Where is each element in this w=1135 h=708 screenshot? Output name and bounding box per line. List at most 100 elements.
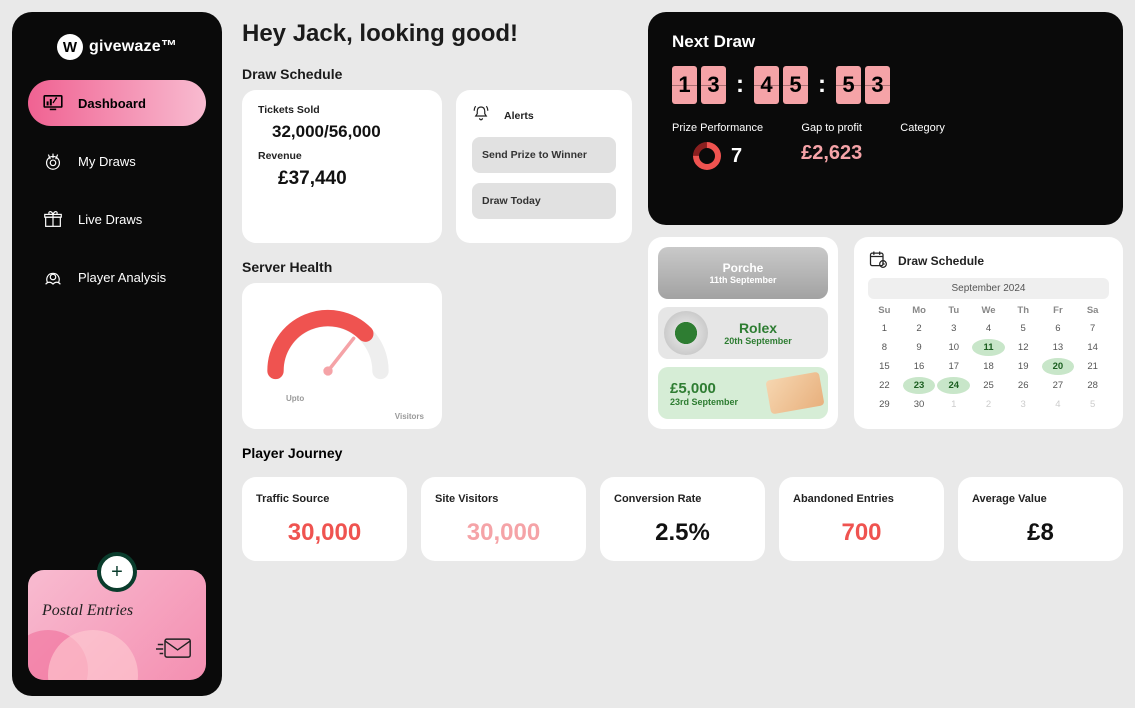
pj-card: Abandoned Entries 700 (779, 477, 944, 561)
calendar-day[interactable]: 20 (1042, 358, 1075, 375)
pj-card: Average Value £8 (958, 477, 1123, 561)
calendar-day[interactable]: 1 (937, 396, 970, 413)
alert-item[interactable]: Send Prize to Winner (472, 137, 616, 173)
calendar-day[interactable]: 16 (903, 358, 936, 375)
sidebar-item-label: My Draws (78, 154, 136, 169)
calendar-icon (868, 249, 888, 272)
prize-item[interactable]: £5,000 23rd September (658, 367, 828, 419)
calendar-day[interactable]: 5 (1007, 320, 1040, 337)
pj-label: Site Visitors (435, 493, 572, 505)
tickets-sold-label: Tickets Sold (258, 104, 426, 116)
calendar-day[interactable]: 2 (903, 320, 936, 337)
calendar-day[interactable]: 21 (1076, 358, 1109, 375)
gift-icon (42, 208, 64, 230)
server-health-title: Server Health (242, 259, 632, 275)
watch-icon (664, 311, 708, 355)
calendar-day[interactable]: 6 (1042, 320, 1075, 337)
calendar-day[interactable]: 27 (1042, 377, 1075, 394)
player-journey-title: Player Journey (242, 445, 1123, 461)
countdown-digit: 3 (701, 66, 726, 104)
calendar-day[interactable]: 9 (903, 339, 936, 356)
add-button[interactable]: + (97, 552, 137, 592)
prize-item[interactable]: Rolex 20th September (658, 307, 828, 359)
sidebar-item-dashboard[interactable]: Dashboard (28, 80, 206, 126)
pj-value: 30,000 (435, 519, 572, 547)
player-journey-row: Traffic Source30,000 Site Visitors 30,000 C… (242, 477, 1123, 561)
revenue-value: £37,440 (278, 168, 426, 190)
calendar-day[interactable]: 24 (937, 377, 970, 394)
calendar-day[interactable]: 3 (1007, 396, 1040, 413)
calendar-day[interactable]: 15 (868, 358, 901, 375)
gauge-visitors-label: Visitors (395, 412, 424, 421)
countdown-digit: 5 (783, 66, 808, 104)
pj-card: Conversion Rate2.5% (600, 477, 765, 561)
sidebar-item-label: Player Analysis (78, 270, 166, 285)
calendar-day[interactable]: 10 (937, 339, 970, 356)
pj-value: £8 (972, 519, 1109, 547)
calendar-day[interactable]: 7 (1076, 320, 1109, 337)
calendar-day[interactable]: 30 (903, 396, 936, 413)
calendar-day[interactable]: 18 (972, 358, 1005, 375)
postal-entries-card[interactable]: + Postal Entries (28, 570, 206, 680)
sidebar-item-my-draws[interactable]: My Draws (28, 138, 206, 184)
calendar-day[interactable]: 29 (868, 396, 901, 413)
calendar-day[interactable]: 3 (937, 320, 970, 337)
prize-item[interactable]: Porche 11th September (658, 247, 828, 299)
pj-label: Conversion Rate (614, 493, 751, 505)
calendar-day[interactable]: 12 (1007, 339, 1040, 356)
bell-icon (472, 104, 490, 127)
calendar-day[interactable]: 1 (868, 320, 901, 337)
pj-label: Traffic Source (256, 493, 393, 505)
countdown-digit: 4 (754, 66, 779, 104)
calendar-grid[interactable]: SuMoTuWeThFrSa12345678910111213141516171… (868, 303, 1109, 413)
prize-performance: Prize Performance 7 (672, 122, 763, 170)
gauge-upto-label: Upto (286, 394, 304, 403)
gauge-icon (258, 301, 398, 383)
sidebar: W givewaze™ Dashboard My Draws Live Dr (12, 12, 222, 696)
countdown-digit: 3 (865, 66, 890, 104)
calendar-day[interactable]: 5 (1076, 396, 1109, 413)
calendar-day[interactable]: 26 (1007, 377, 1040, 394)
calendar-day[interactable]: 8 (868, 339, 901, 356)
countdown: 1 3 : 4 5 : 5 3 (672, 66, 1099, 104)
analysis-icon (42, 266, 64, 288)
countdown-digit: 5 (836, 66, 861, 104)
pj-label: Abandoned Entries (793, 493, 930, 505)
pj-card: Traffic Source30,000 (242, 477, 407, 561)
dashboard-icon (42, 92, 64, 114)
calendar-day[interactable]: 25 (972, 377, 1005, 394)
calendar-day[interactable]: 11 (972, 339, 1005, 356)
pj-label: Average Value (972, 493, 1109, 505)
calendar-day[interactable]: 19 (1007, 358, 1040, 375)
sidebar-item-live-draws[interactable]: Live Draws (28, 196, 206, 242)
pj-value: 700 (793, 519, 930, 547)
calendar-day[interactable]: 22 (868, 377, 901, 394)
sidebar-item-label: Dashboard (78, 96, 146, 111)
tickets-sold-value: 32,000/56,000 (272, 122, 426, 142)
tickets-revenue-card: Tickets Sold 32,000/56,000 Revenue £37,4… (242, 90, 442, 243)
calendar-day[interactable]: 4 (972, 320, 1005, 337)
alerts-title: Alerts (504, 110, 534, 122)
alert-item[interactable]: Draw Today (472, 183, 616, 219)
ring-icon (687, 136, 727, 176)
revenue-label: Revenue (258, 150, 426, 162)
sidebar-item-label: Live Draws (78, 212, 142, 227)
next-draw-title: Next Draw (672, 32, 1099, 52)
countdown-digit: 1 (672, 66, 697, 104)
sidebar-item-player-analysis[interactable]: Player Analysis (28, 254, 206, 300)
main-content: Hey Jack, looking good! Draw Schedule Ti… (242, 12, 1123, 696)
calendar-day[interactable]: 23 (903, 377, 936, 394)
calendar-day[interactable]: 17 (937, 358, 970, 375)
ticket-icon (42, 150, 64, 172)
upcoming-prizes: Porche 11th September Rolex 20th Septemb… (648, 237, 838, 429)
calendar-day[interactable]: 14 (1076, 339, 1109, 356)
envelope-icon (156, 637, 192, 666)
gap-to-profit: Gap to profit £2,623 (801, 122, 862, 170)
server-health-card: Upto Visitors (242, 283, 442, 429)
calendar-day[interactable]: 28 (1076, 377, 1109, 394)
calendar-day[interactable]: 13 (1042, 339, 1075, 356)
cash-icon (765, 372, 824, 415)
calendar-day[interactable]: 2 (972, 396, 1005, 413)
greeting-title: Hey Jack, looking good! (242, 20, 632, 48)
calendar-day[interactable]: 4 (1042, 396, 1075, 413)
